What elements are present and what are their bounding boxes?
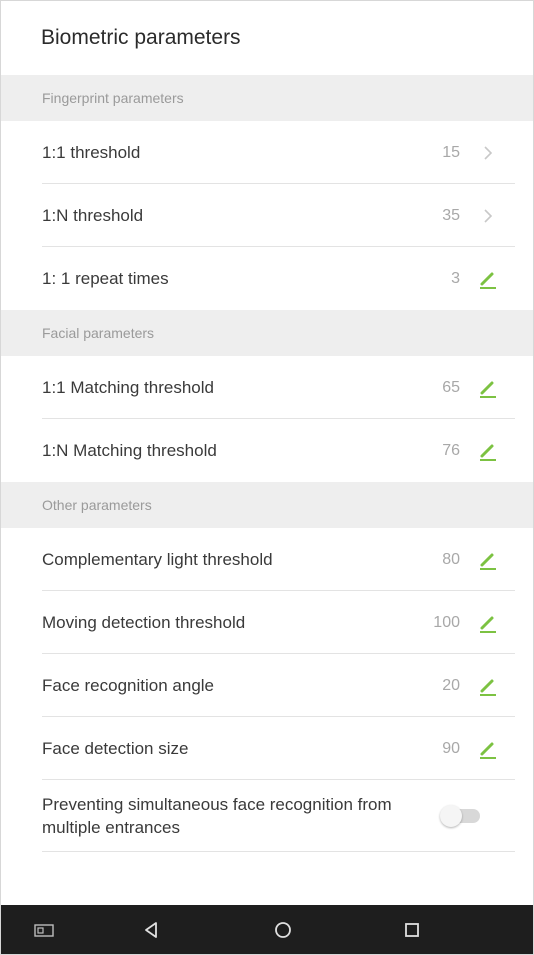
recents-icon[interactable] — [397, 905, 427, 954]
row-value: 90 — [442, 739, 460, 757]
screenshot-icon[interactable] — [29, 905, 59, 954]
section-title: Other parameters — [42, 497, 152, 513]
settings-screen: Biometric parameters Fingerprint paramet… — [0, 0, 534, 955]
pencil-icon[interactable] — [474, 546, 502, 574]
row-value: 80 — [442, 550, 460, 568]
section-fingerprint-parameters: Fingerprint parameters — [1, 75, 533, 121]
pencil-icon[interactable] — [474, 437, 502, 465]
chevron-right-icon[interactable] — [474, 202, 502, 230]
pencil-icon[interactable] — [474, 265, 502, 293]
row-value: 3 — [451, 269, 460, 287]
row-face-1-n-matching-threshold[interactable]: 1:N Matching threshold 76 — [1, 419, 533, 482]
section-facial-parameters: Facial parameters — [1, 310, 533, 356]
system-navigation-bar — [1, 905, 533, 954]
row-complementary-light-threshold[interactable]: Complementary light threshold 80 — [1, 528, 533, 591]
row-label: 1:1 Matching threshold — [42, 377, 214, 397]
row-label: 1:N Matching threshold — [42, 440, 217, 460]
row-face-1-1-matching-threshold[interactable]: 1:1 Matching threshold 65 — [1, 356, 533, 419]
pencil-icon[interactable] — [474, 374, 502, 402]
page-title: Biometric parameters — [1, 1, 533, 75]
row-face-detection-size[interactable]: Face detection size 90 — [1, 717, 533, 780]
row-value: 35 — [442, 206, 460, 224]
row-label: 1:1 threshold — [42, 142, 141, 162]
back-icon[interactable] — [136, 905, 166, 954]
row-label: 1:N threshold — [42, 205, 144, 225]
home-icon[interactable] — [268, 905, 298, 954]
row-prevent-simultaneous-recognition[interactable]: Preventing simultaneous face recognition… — [1, 780, 533, 852]
row-value: 100 — [433, 613, 460, 631]
pencil-icon[interactable] — [474, 609, 502, 637]
row-face-recognition-angle[interactable]: Face recognition angle 20 — [1, 654, 533, 717]
section-other-parameters: Other parameters — [1, 482, 533, 528]
row-label: Moving detection threshold — [42, 612, 246, 632]
row-value: 20 — [442, 676, 460, 694]
row-fingerprint-1-n-threshold[interactable]: 1:N threshold 35 — [1, 184, 533, 247]
row-label: Face recognition angle — [42, 675, 215, 695]
toggle-switch[interactable] — [440, 805, 480, 827]
row-value: 76 — [442, 441, 460, 459]
row-moving-detection-threshold[interactable]: Moving detection threshold 100 — [1, 591, 533, 654]
row-fingerprint-1-1-threshold[interactable]: 1:1 threshold 15 — [1, 121, 533, 184]
section-title: Facial parameters — [42, 325, 155, 341]
row-fingerprint-repeat-times[interactable]: 1: 1 repeat times 3 — [1, 247, 533, 310]
pencil-icon[interactable] — [474, 735, 502, 763]
chevron-right-icon[interactable] — [474, 139, 502, 167]
row-label: Preventing simultaneous face recognition… — [42, 795, 392, 837]
toggle-knob — [440, 805, 462, 827]
row-value: 65 — [442, 378, 460, 396]
row-value: 15 — [442, 143, 460, 161]
page-title-text: Biometric parameters — [41, 26, 241, 49]
pencil-icon[interactable] — [474, 672, 502, 700]
section-title: Fingerprint parameters — [42, 90, 184, 106]
row-label: 1: 1 repeat times — [42, 268, 169, 288]
row-label: Face detection size — [42, 738, 189, 758]
row-label: Complementary light threshold — [42, 549, 273, 569]
